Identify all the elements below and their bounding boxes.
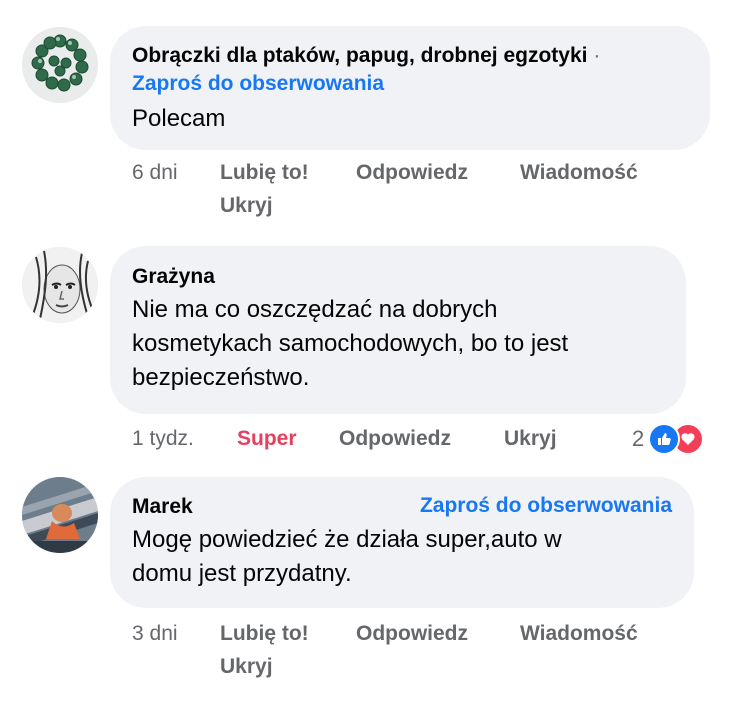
reply-button[interactable]: Odpowiedz bbox=[339, 424, 451, 454]
avatar[interactable] bbox=[22, 477, 98, 553]
follow-link[interactable]: Zaproś do obserwowania bbox=[420, 492, 672, 520]
comment-text: Nie ma co oszczędzać na dobrych kosmetyk… bbox=[132, 293, 664, 395]
like-icon bbox=[648, 423, 681, 455]
like-button[interactable]: Lubię to! bbox=[220, 619, 309, 649]
message-button[interactable]: Wiadomość bbox=[520, 158, 638, 188]
author-name[interactable]: Grażyna bbox=[132, 262, 664, 291]
author-name[interactable]: Obrączki dla ptaków, papug, drobnej egzo… bbox=[132, 44, 587, 67]
comment-text-line: domu jest przydatny. bbox=[132, 560, 352, 587]
comment-text: Mogę powiedzieć że działa super,auto w d… bbox=[132, 523, 672, 591]
comment-text-line: bezpieczeństwo. bbox=[132, 364, 310, 391]
hide-button[interactable]: Ukryj bbox=[220, 191, 273, 221]
comment-bubble: Obrączki dla ptaków, papug, drobnej egzo… bbox=[110, 26, 710, 150]
comment-bubble: Marek Zaproś do obserwowania Mogę powied… bbox=[110, 477, 694, 608]
separator: · bbox=[593, 44, 601, 67]
timestamp[interactable]: 3 dni bbox=[132, 619, 178, 649]
bead-ring-avatar-icon bbox=[22, 27, 98, 103]
reply-button[interactable]: Odpowiedz bbox=[356, 158, 468, 188]
author-name[interactable]: Marek bbox=[132, 495, 193, 518]
reaction-count: 2 bbox=[632, 426, 645, 451]
timestamp[interactable]: 6 dni bbox=[132, 158, 178, 188]
reply-button[interactable]: Odpowiedz bbox=[356, 619, 468, 649]
author-row: Marek Zaproś do obserwowania bbox=[132, 492, 672, 521]
like-button[interactable]: Lubię to! bbox=[220, 158, 309, 188]
comment-text-line: Mogę powiedzieć że działa super,auto w bbox=[132, 526, 562, 553]
avatar[interactable] bbox=[22, 27, 98, 103]
timestamp[interactable]: 1 tydz. bbox=[132, 424, 194, 454]
hide-button[interactable]: Ukryj bbox=[504, 424, 557, 454]
comment-text-line: kosmetykach samochodowych, bo to jest bbox=[132, 330, 569, 357]
hide-button[interactable]: Ukryj bbox=[220, 652, 273, 682]
author-row: Obrączki dla ptaków, papug, drobnej egzo… bbox=[132, 41, 688, 70]
photo-avatar-icon bbox=[22, 477, 98, 553]
comment-text-line: Nie ma co oszczędzać na dobrych bbox=[132, 296, 498, 323]
reaction-button-super[interactable]: Super bbox=[237, 424, 297, 454]
comment-bubble: Grażyna Nie ma co oszczędzać na dobrych … bbox=[110, 246, 686, 414]
follow-link[interactable]: Zaproś do obserwowania bbox=[132, 70, 688, 98]
sketch-portrait-avatar-icon bbox=[22, 247, 98, 323]
reaction-summary[interactable]: 2 bbox=[632, 423, 705, 455]
comment-text: Polecam bbox=[132, 105, 226, 132]
message-button[interactable]: Wiadomość bbox=[520, 619, 638, 649]
avatar[interactable] bbox=[22, 247, 98, 323]
